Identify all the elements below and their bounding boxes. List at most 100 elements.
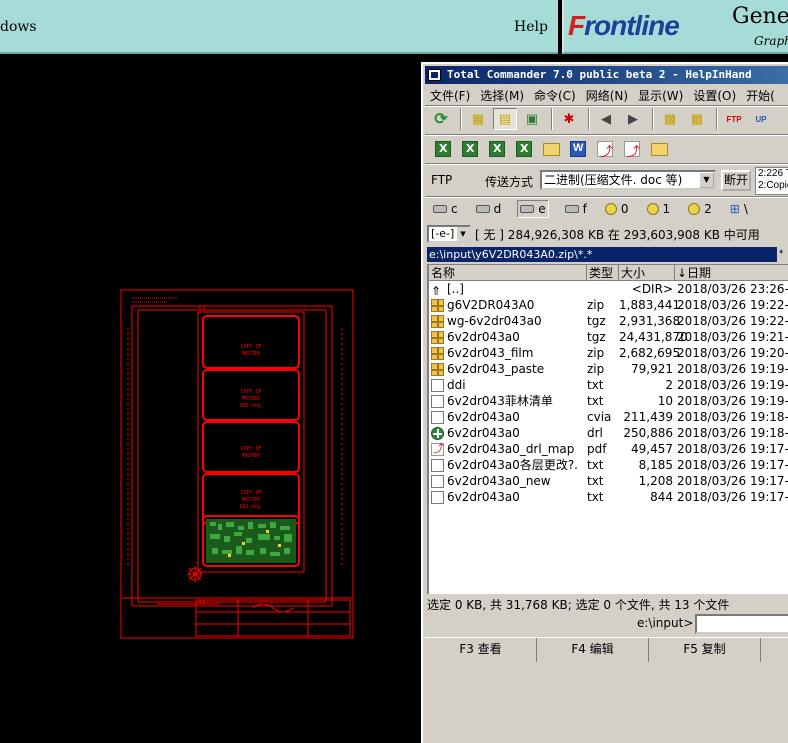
detail-view-button[interactable]: ▤ <box>493 108 517 130</box>
unpack-button[interactable]: ▩ <box>685 108 709 130</box>
ftp-label: FTP <box>431 173 453 187</box>
file-row[interactable]: wg-6v2dr043a0 tgz 2,931,368 2018/03/26 19:2… <box>429 313 788 329</box>
brief-view-button[interactable]: ▦ <box>466 108 490 130</box>
product-subtitle: Graph <box>754 34 788 48</box>
file-row[interactable]: 6v2dr043a0_drl_map pdf 49,457 2018/03/26 19… <box>429 441 788 457</box>
excel-button-1[interactable] <box>431 138 455 160</box>
drive-c-button[interactable]: c <box>431 200 460 218</box>
file-row[interactable]: 6v2dr043_paste zip 79,921 2018/03/26 19:19-… <box>429 361 788 377</box>
file-size: 49,457 <box>631 442 673 456</box>
file-name: g6V2DR043A0 <box>447 298 535 312</box>
logo-text: rontline <box>584 10 680 41</box>
chevron-down-icon[interactable]: ▼ <box>457 227 469 241</box>
pdf-icon <box>597 141 613 160</box>
file-row[interactable]: 6v2dr043菲林清单 txt 10 2018/03/26 19:19-a <box>429 393 788 409</box>
drive-letter: c <box>451 202 458 216</box>
pdf-button-2[interactable] <box>620 138 644 160</box>
file-row[interactable]: 6v2dr043a0 drl 250,886 2018/03/26 19:18-a <box>429 425 788 441</box>
current-path[interactable]: e:\input\y6V2DR043A0.zip\*.* <box>427 247 777 262</box>
file-row[interactable]: 6v2dr043a0 tgz 24,431,870 2018/03/26 19:21-… <box>429 329 788 345</box>
drive-d-button[interactable]: d <box>474 200 504 218</box>
file-date: 2018/03/26 19:19-a <box>677 362 788 376</box>
f3-view-button[interactable]: F3 查看 <box>425 638 537 662</box>
disconnect-button[interactable]: 断开 <box>721 170 751 191</box>
network-drive-button[interactable]: ⊞ \ <box>728 200 750 218</box>
up-dir-icon: ⇑ <box>431 284 442 298</box>
pcb-drawing[interactable]: COPY OF MASTER COPY OF MASTER 180 deg. C… <box>118 288 358 640</box>
excel-button-3[interactable] <box>485 138 509 160</box>
menu-file[interactable]: 文件(F) <box>425 86 475 104</box>
drive-2-button[interactable]: 2 <box>686 200 714 218</box>
drive-1-button[interactable]: 1 <box>645 200 673 218</box>
file-row[interactable]: 6v2dr043a0各层更改?. txt 8,185 2018/03/26 19:17… <box>429 457 788 473</box>
file-name: 6v2dr043_film <box>447 346 534 360</box>
refresh-button[interactable]: ⟳ <box>429 108 453 130</box>
menu-net[interactable]: 网络(N) <box>581 86 633 104</box>
genesis-header: dows Help Frontline Genes Graph <box>0 0 788 56</box>
menu-commands[interactable]: 命令(C) <box>529 86 581 104</box>
pack-button[interactable]: ▩ <box>658 108 682 130</box>
menu-select[interactable]: 选择(M) <box>475 86 529 104</box>
file-size: 1,208 <box>638 474 673 488</box>
tc-app-icon[interactable] <box>428 69 441 81</box>
file-size: 2 <box>665 378 673 392</box>
drive-select[interactable]: [-e-] ▼ <box>427 225 471 243</box>
archive-icon <box>431 347 444 360</box>
drive-f-button[interactable]: f <box>563 200 589 218</box>
windows-menu[interactable]: dows <box>0 19 37 35</box>
drive-letter: 1 <box>662 202 671 216</box>
menu-config[interactable]: 设置(O) <box>688 86 741 104</box>
col-date-header[interactable]: ↓日期 <box>675 265 788 281</box>
thumbnail-view-button[interactable]: ▣ <box>520 108 544 130</box>
menu-start[interactable]: 开始( <box>741 86 780 104</box>
pcb-frame <box>120 289 354 639</box>
file-row[interactable]: 6v2dr043a0_new txt 1,208 2018/03/26 19:17-a <box>429 473 788 489</box>
pcb-component-area <box>206 519 296 563</box>
pdf-button-1[interactable] <box>593 138 617 160</box>
command-input[interactable] <box>695 614 788 634</box>
file-row[interactable]: 6v2dr043a0 txt 844 2018/03/26 19:17-a <box>429 489 788 505</box>
forward-button[interactable]: ▶ <box>621 108 645 130</box>
menu-show[interactable]: 显示(W) <box>633 86 688 104</box>
tc-titlebar[interactable]: Total Commander 7.0 public beta 2 - Help… <box>425 66 788 84</box>
help-menu[interactable]: Help <box>514 19 548 35</box>
file-size: 10 <box>657 394 673 408</box>
back-button[interactable]: ◀ <box>594 108 618 130</box>
total-commander-window[interactable]: Total Commander 7.0 public beta 2 - Help… <box>421 62 788 743</box>
function-key-bar: F3 查看 F4 编辑 F5 复制 <box>425 637 788 662</box>
drill-file-icon <box>431 427 444 440</box>
chevron-down-icon[interactable]: ▼ <box>699 172 714 188</box>
ftp-upload-button[interactable]: UP <box>749 108 773 130</box>
drive-0-button[interactable]: 0 <box>603 200 631 218</box>
file-name: wg-6v2dr043a0 <box>447 314 542 328</box>
file-row[interactable]: ⇑ [..] <DIR> 2018/03/26 23:26— <box>429 281 788 298</box>
file-row[interactable]: g6V2DR043A0 zip 1,883,441 2018/03/26 19:22-… <box>429 297 788 313</box>
drive-e-button[interactable]: e <box>517 200 549 218</box>
col-name-header[interactable]: 名称 <box>429 265 587 281</box>
folder-button-1[interactable] <box>539 138 563 160</box>
drive-select-value: [-e-] <box>431 227 455 240</box>
file-list[interactable]: 名称 类型 大小 ↓日期 ⇑ [..] <DIR> 2018/03/26 23:26—… <box>427 264 788 594</box>
tc-menubar: 文件(F) 选择(M) 命令(C) 网络(N) 显示(W) 设置(O) 开始( <box>425 86 788 104</box>
f5-copy-button[interactable]: F5 复制 <box>649 638 761 662</box>
col-ext-header[interactable]: 类型 <box>587 265 619 281</box>
folder-button-2[interactable] <box>647 138 671 160</box>
transfer-mode-select[interactable]: 二进制(压缩文件. doc 等) ▼ <box>540 170 716 190</box>
file-row[interactable]: 6v2dr043a0 cvia 211,439 2018/03/26 19:18-a <box>429 409 788 425</box>
file-name: 6v2dr043a0_drl_map <box>447 442 575 456</box>
file-row[interactable]: ddi txt 2 2018/03/26 19:19-a <box>429 377 788 393</box>
file-size: 211,439 <box>623 410 673 424</box>
ftp-log[interactable]: 2:226 T 2:Copie <box>755 167 788 195</box>
word-button[interactable] <box>566 138 590 160</box>
col-size-header[interactable]: 大小 <box>619 265 675 281</box>
file-row[interactable]: 6v2dr043_film zip 2,682,695 2018/03/26 19:2… <box>429 345 788 361</box>
excel-button-4[interactable] <box>512 138 536 160</box>
excel-icon <box>435 141 451 157</box>
excel-button-2[interactable] <box>458 138 482 160</box>
ftp-connect-button[interactable]: FTP <box>722 108 746 130</box>
invert-selection-button[interactable]: ✱ <box>557 108 581 130</box>
hdd-icon <box>475 205 490 213</box>
drive-letter: 0 <box>620 202 629 216</box>
file-ext: tgz <box>587 330 606 344</box>
f4-edit-button[interactable]: F4 编辑 <box>537 638 649 662</box>
